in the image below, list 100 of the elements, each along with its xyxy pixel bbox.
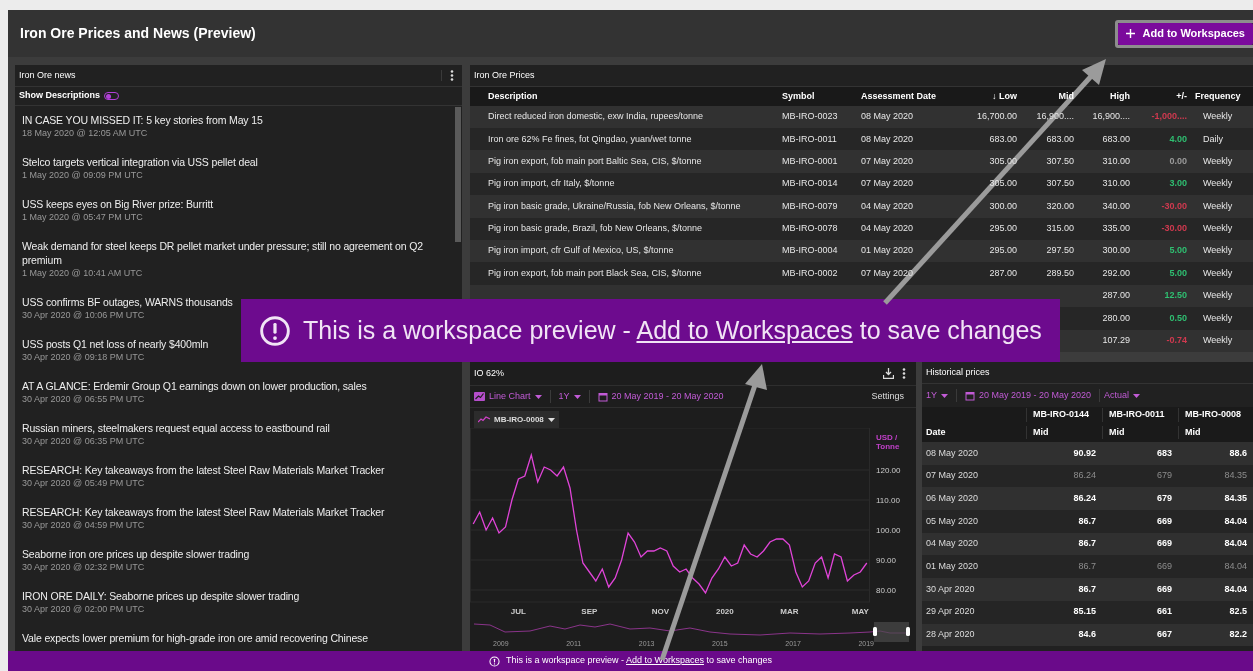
column-header: Mid — [1102, 425, 1178, 440]
table-row[interactable]: Pig iron basic grade, Ukraine/Russia, fob New Orleans, $/tonne MB-IRO-0079 04 May 2020 300.00 320.00 340.00 -30.00 Weekly — [470, 195, 1253, 218]
x-axis-label: NOV — [651, 607, 669, 616]
add-to-workspaces-button[interactable]: Add to Workspaces — [1117, 22, 1253, 45]
news-headline[interactable]: Russian miners, steelmakers request equal access to eastbound rail — [22, 421, 330, 435]
alert-icon — [259, 314, 291, 347]
column-header: MB-IRO-0008 — [1178, 408, 1253, 422]
news-timestamp: 30 Apr 2020 @ 02:32 PM UTC — [22, 562, 145, 573]
mode-dropdown[interactable]: Actual — [1100, 388, 1145, 403]
add-to-workspaces-link[interactable]: Add to Workspaces — [626, 655, 704, 666]
news-headline[interactable]: AT A GLANCE: Erdemir Group Q1 earnings down on lower production, sales — [22, 379, 367, 393]
panel-title: Iron Ore news — [19, 68, 76, 82]
table-cell-text: MB-IRO-0023 — [782, 110, 839, 124]
table-cell: 307.50 — [1046, 155, 1074, 166]
page-title: Iron Ore Prices and News (Preview) — [20, 24, 256, 43]
table-cell-text: 683 — [1155, 446, 1173, 460]
scrollbar-thumb[interactable] — [455, 107, 461, 242]
table-cell-text: 82.5 — [1228, 605, 1248, 619]
news-timestamp: 30 Apr 2020 @ 09:18 PM UTC — [22, 352, 145, 363]
news-timestamp: 30 Apr 2020 @ 04:59 PM UTC — [22, 520, 145, 531]
table-cell-text: Weekly — [1202, 311, 1234, 325]
news-headline[interactable]: Vale expects lower premium for high-grade iron ore amid recovering Chinese — [22, 631, 368, 645]
table-cell: 287.00 — [989, 267, 1017, 278]
x-axis-label: MAR — [780, 607, 799, 616]
add-to-workspaces-link[interactable]: Add to Workspaces — [636, 315, 853, 344]
table-cell-text: Iron ore 62% Fe fines, fot Qingdao, yuan/wet tonne — [487, 132, 693, 146]
preview-notice: This is a workspace preview - Add to Workspaces to save changes — [303, 314, 1042, 346]
news-headline[interactable]: USS keeps eyes on Big River prize: Burritt — [22, 197, 213, 211]
table-cell-text: 84.04 — [1223, 537, 1248, 551]
news-headline[interactable]: IRON ORE DAILY: Seaborne prices up despite slower trading — [22, 589, 300, 603]
table-cell-text: 28 Apr 2020 — [925, 628, 976, 642]
news-headline[interactable]: USS posts Q1 net loss of nearly $400mln — [22, 337, 209, 351]
period-dropdown[interactable]: 1Y — [550, 389, 590, 404]
table-cell-text: 86.24 — [1072, 469, 1097, 483]
news-timestamp: 1 May 2020 @ 05:47 PM UTC — [22, 212, 143, 223]
table-cell: 0.00 — [1169, 155, 1187, 166]
table-cell-text: 84.35 — [1223, 469, 1248, 483]
table-cell-text: 07 May 2020 — [925, 469, 980, 483]
news-headline[interactable]: USS confirms BF outages, WARNS thousands — [22, 295, 233, 309]
table-row[interactable]: Pig iron import, cfr Gulf of Mexico, US, $/tonne MB-IRO-0004 01 May 2020 295.00 297.50 300.00 5.00 Weekly — [470, 240, 1253, 263]
table-cell: -0.74 — [1166, 335, 1187, 346]
column-header[interactable]: +/- — [1176, 90, 1187, 101]
table-row[interactable]: Iron ore 62% Fe fines, fot Qingdao, yuan/wet tonne MB-IRO-0011 08 May 2020 683.00 683.00 683.00 4.00 Daily — [470, 128, 1253, 151]
table-cell: 08 May 2020 — [861, 133, 914, 144]
table-cell-text: 661 — [1155, 605, 1173, 619]
table-cell: 08 May 2020 — [861, 111, 914, 122]
table-cell-text: MB-IRO-0079 — [782, 199, 839, 213]
news-headline[interactable]: Weak demand for steel keeps DR pellet market under pressure; still no agreement on Q2 premium — [22, 239, 447, 267]
table-cell: 683.00 — [1102, 133, 1130, 144]
more-options-icon[interactable] — [450, 70, 454, 81]
x-axis-label: JUL — [510, 607, 526, 616]
calendar-icon — [597, 391, 608, 402]
table-cell-text: Pig iron basic grade, Ukraine/Russia, fob New Orleans, $/tonne — [487, 199, 742, 213]
table-cell: 04 May 2020 — [861, 200, 914, 211]
column-header[interactable]: Description — [488, 90, 538, 101]
table-cell-text: Daily — [1202, 132, 1224, 146]
news-timestamp: 1 May 2020 @ 10:41 AM UTC — [22, 268, 143, 279]
column-header[interactable]: High — [1110, 90, 1130, 101]
news-headline[interactable]: Seaborne iron ore prices up despite slower trading — [22, 547, 250, 561]
news-headline[interactable]: RESEARCH: Key takeaways from the latest Steel Raw Materials Market Tracker — [22, 463, 385, 477]
more-options-icon[interactable] — [902, 368, 906, 379]
column-header[interactable]: Frequency — [1195, 90, 1241, 101]
table-cell-text: Direct reduced iron domestic, exw India, rupees/tonne — [487, 110, 705, 124]
table-cell-text: 04 May 2020 — [925, 537, 980, 551]
date-range-picker[interactable]: 20 May 2019 - 20 May 2020 — [957, 388, 1101, 403]
table-cell: 4.00 — [1169, 133, 1187, 144]
plus-icon — [1125, 29, 1135, 38]
calendar-icon — [965, 390, 975, 401]
download-icon[interactable] — [883, 368, 894, 379]
table-cell-text: 01 May 2020 — [925, 560, 980, 574]
table-cell: 107.29 — [1102, 335, 1130, 346]
y-axis-label: 100.00 — [876, 526, 901, 535]
chart-type-dropdown[interactable]: Line Chart — [474, 389, 551, 404]
table-cell-text: Pig iron basic grade, Brazil, fob New Orleans, $/tonne — [487, 222, 704, 236]
table-cell: 289.50 — [1046, 267, 1074, 278]
table-cell-text: Pig iron import, cfr Gulf of Mexico, US, $/tonne — [487, 244, 675, 258]
y-axis-label: 90.00 — [876, 556, 897, 565]
news-headline[interactable]: RESEARCH: Key takeaways from the latest Steel Raw Materials Market Tracker — [22, 505, 385, 519]
table-cell: 683.00 — [1046, 133, 1074, 144]
y-axis-label: 80.00 — [876, 586, 897, 595]
column-header[interactable]: Assessment Date — [861, 90, 937, 101]
date-range-picker[interactable]: 20 May 2019 - 20 May 2020 — [589, 389, 732, 404]
table-row[interactable]: Pig iron basic grade, Brazil, fob New Orleans, $/tonne MB-IRO-0078 04 May 2020 295.00 315.00 335.00 -30.00 Weekly — [470, 217, 1253, 241]
series-dropdown[interactable]: MB-IRO-0008 — [474, 411, 559, 428]
table-cell-text: 86.7 — [1077, 582, 1097, 596]
table-cell-text: 85.15 — [1072, 605, 1097, 619]
column-header[interactable]: Symbol — [782, 90, 815, 101]
period-dropdown[interactable]: 1Y — [926, 388, 957, 403]
table-cell-text: 90.92 — [1072, 446, 1097, 460]
table-cell: 04 May 2020 — [861, 223, 914, 234]
news-headline[interactable]: IN CASE YOU MISSED IT: 5 key stories from May 15 — [22, 113, 263, 127]
column-header[interactable]: ↓ Low — [992, 90, 1017, 101]
table-cell-text: 84.04 — [1223, 514, 1248, 528]
table-cell-text: 667 — [1155, 628, 1173, 642]
table-cell: 292.00 — [1102, 267, 1130, 278]
table-cell-text: 30 Apr 2020 — [925, 582, 976, 596]
table-cell-text: 84.35 — [1223, 491, 1248, 505]
settings-button[interactable]: Settings — [871, 389, 912, 404]
table-cell: 5.00 — [1169, 245, 1187, 256]
news-headline[interactable]: Stelco targets vertical integration via USS pellet deal — [22, 155, 258, 169]
